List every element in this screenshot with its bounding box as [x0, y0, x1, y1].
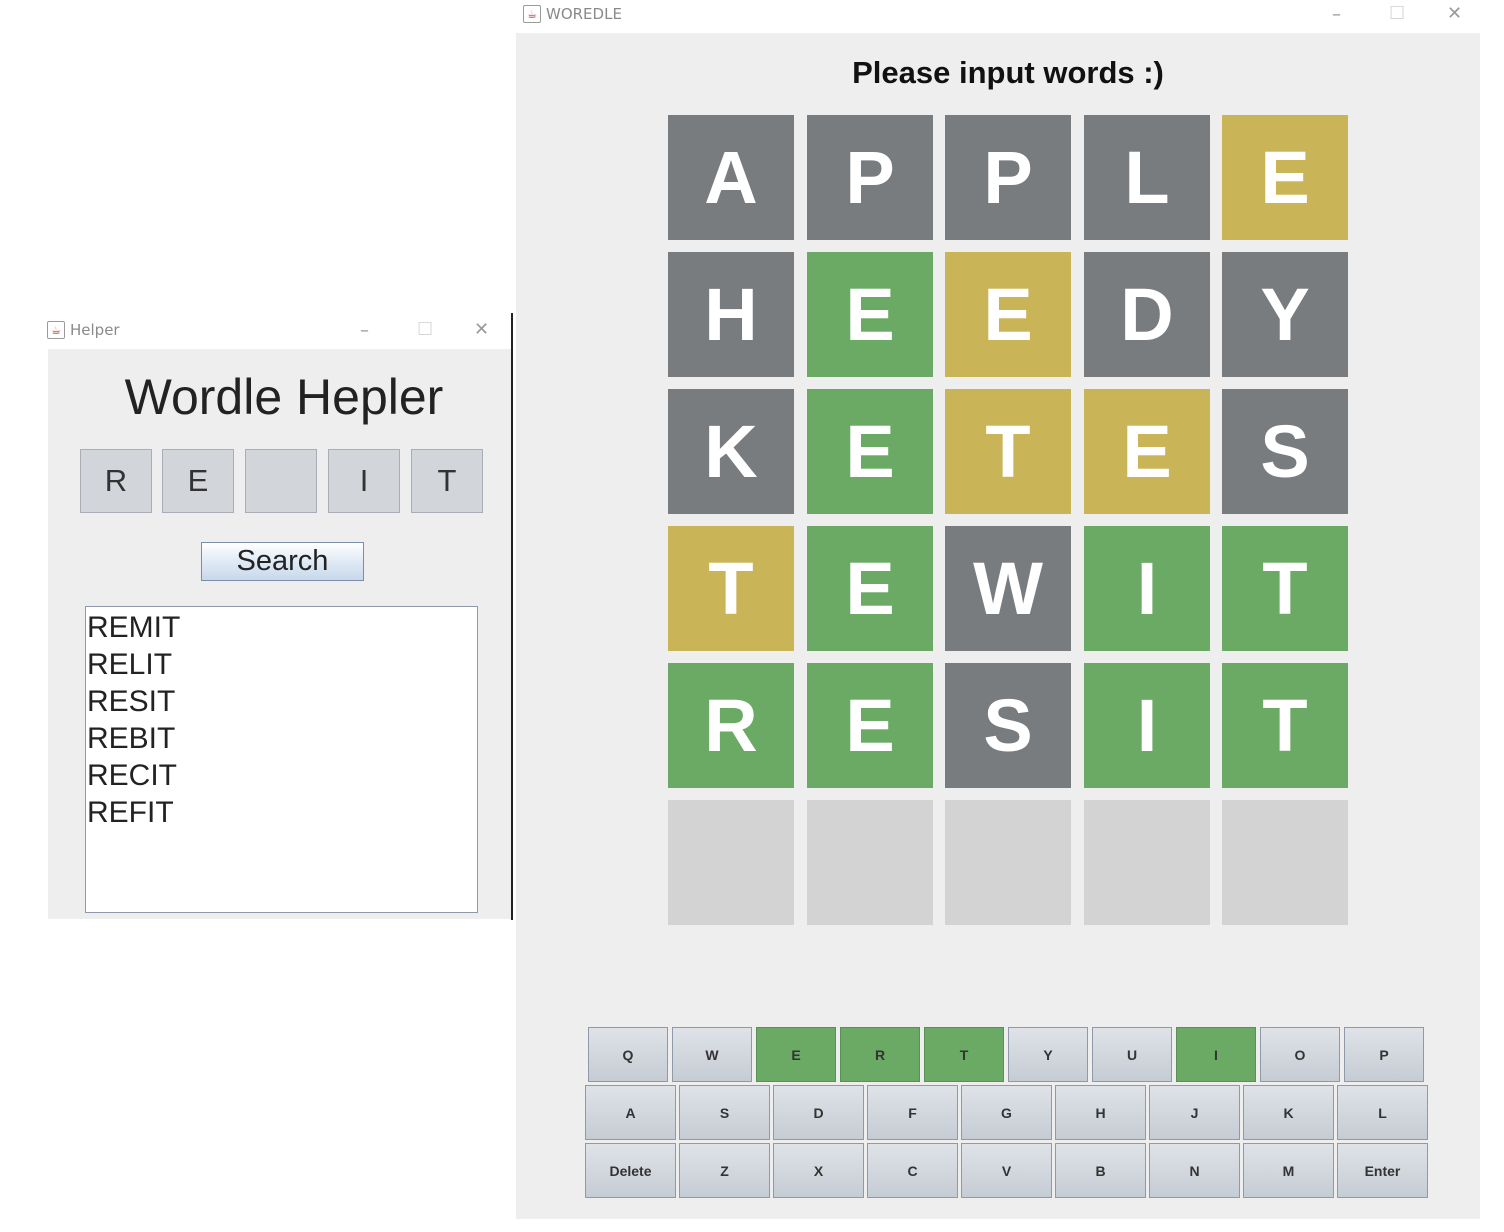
minimize-icon[interactable]: – — [360, 322, 369, 340]
key-o[interactable]: O — [1260, 1027, 1340, 1082]
key-f[interactable]: F — [867, 1085, 958, 1140]
key-l[interactable]: L — [1337, 1085, 1428, 1140]
letter-slot-5[interactable]: T — [411, 449, 483, 513]
board-tile: L — [1084, 115, 1210, 240]
key-j[interactable]: J — [1149, 1085, 1240, 1140]
maximize-icon[interactable]: ☐ — [417, 321, 433, 339]
key-y[interactable]: Y — [1008, 1027, 1088, 1082]
java-cup-icon: ☕ — [523, 5, 541, 23]
list-item[interactable]: REFIT — [87, 794, 477, 831]
key-p[interactable]: P — [1344, 1027, 1424, 1082]
key-u[interactable]: U — [1092, 1027, 1172, 1082]
list-item[interactable]: REMIT — [87, 609, 477, 646]
board-tile: A — [668, 115, 794, 240]
board-tile: E — [945, 252, 1071, 377]
maximize-icon[interactable]: ☐ — [1389, 5, 1405, 23]
list-item[interactable]: RELIT — [87, 646, 477, 683]
close-icon[interactable]: ✕ — [1447, 5, 1462, 23]
board-tile — [807, 800, 933, 925]
key-z[interactable]: Z — [679, 1143, 770, 1198]
list-item[interactable]: REBIT — [87, 720, 477, 757]
key-c[interactable]: C — [867, 1143, 958, 1198]
key-delete[interactable]: Delete — [585, 1143, 676, 1198]
board-tile: D — [1084, 252, 1210, 377]
key-enter[interactable]: Enter — [1337, 1143, 1428, 1198]
woredle-titlebar: ☕ WOREDLE — [523, 4, 622, 24]
board-tile: H — [668, 252, 794, 377]
search-button[interactable]: Search — [201, 542, 364, 581]
board-tile: E — [1084, 389, 1210, 514]
board-tile: S — [1222, 389, 1348, 514]
board-tile — [668, 800, 794, 925]
board-tile: K — [668, 389, 794, 514]
key-g[interactable]: G — [961, 1085, 1052, 1140]
board-tile: E — [807, 252, 933, 377]
board-tile: T — [668, 526, 794, 651]
key-m[interactable]: M — [1243, 1143, 1334, 1198]
key-w[interactable]: W — [672, 1027, 752, 1082]
java-cup-icon: ☕ — [47, 321, 65, 339]
list-item[interactable]: RECIT — [87, 757, 477, 794]
board-tile — [945, 800, 1071, 925]
key-d[interactable]: D — [773, 1085, 864, 1140]
game-board: APPLEHEEDYKETESTEWITRESIT — [668, 115, 1348, 925]
key-h[interactable]: H — [1055, 1085, 1146, 1140]
board-tile: I — [1084, 526, 1210, 651]
key-x[interactable]: X — [773, 1143, 864, 1198]
letter-slot-4[interactable]: I — [328, 449, 400, 513]
letter-slot-2[interactable]: E — [162, 449, 234, 513]
board-tile — [1084, 800, 1210, 925]
minimize-icon[interactable]: – — [1332, 6, 1341, 24]
key-i[interactable]: I — [1176, 1027, 1256, 1082]
board-tile: E — [1222, 115, 1348, 240]
board-tile: Y — [1222, 252, 1348, 377]
list-item[interactable]: RESIT — [87, 683, 477, 720]
key-v[interactable]: V — [961, 1143, 1052, 1198]
key-n[interactable]: N — [1149, 1143, 1240, 1198]
board-tile: E — [807, 389, 933, 514]
key-r[interactable]: R — [840, 1027, 920, 1082]
key-s[interactable]: S — [679, 1085, 770, 1140]
board-tile — [1222, 800, 1348, 925]
letter-slot-1[interactable]: R — [80, 449, 152, 513]
board-tile: T — [1222, 526, 1348, 651]
board-tile: E — [807, 526, 933, 651]
board-tile: T — [945, 389, 1071, 514]
board-tile: P — [945, 115, 1071, 240]
game-heading: Please input words :) — [852, 55, 1164, 90]
letter-slot-3[interactable] — [245, 449, 317, 513]
key-q[interactable]: Q — [588, 1027, 668, 1082]
helper-heading: Wordle Hepler — [124, 369, 444, 425]
woredle-window-title: WOREDLE — [546, 5, 622, 23]
key-e[interactable]: E — [756, 1027, 836, 1082]
results-list[interactable]: REMIT RELIT RESIT REBIT RECIT REFIT — [85, 606, 478, 913]
board-tile: R — [668, 663, 794, 788]
board-tile: T — [1222, 663, 1348, 788]
key-a[interactable]: A — [585, 1085, 676, 1140]
key-t[interactable]: T — [924, 1027, 1004, 1082]
board-tile: S — [945, 663, 1071, 788]
key-b[interactable]: B — [1055, 1143, 1146, 1198]
board-tile: E — [807, 663, 933, 788]
helper-window-title: Helper — [70, 321, 120, 339]
key-k[interactable]: K — [1243, 1085, 1334, 1140]
board-tile: P — [807, 115, 933, 240]
board-tile: I — [1084, 663, 1210, 788]
helper-titlebar: ☕ Helper — [47, 320, 120, 340]
close-icon[interactable]: ✕ — [474, 321, 489, 339]
board-tile: W — [945, 526, 1071, 651]
